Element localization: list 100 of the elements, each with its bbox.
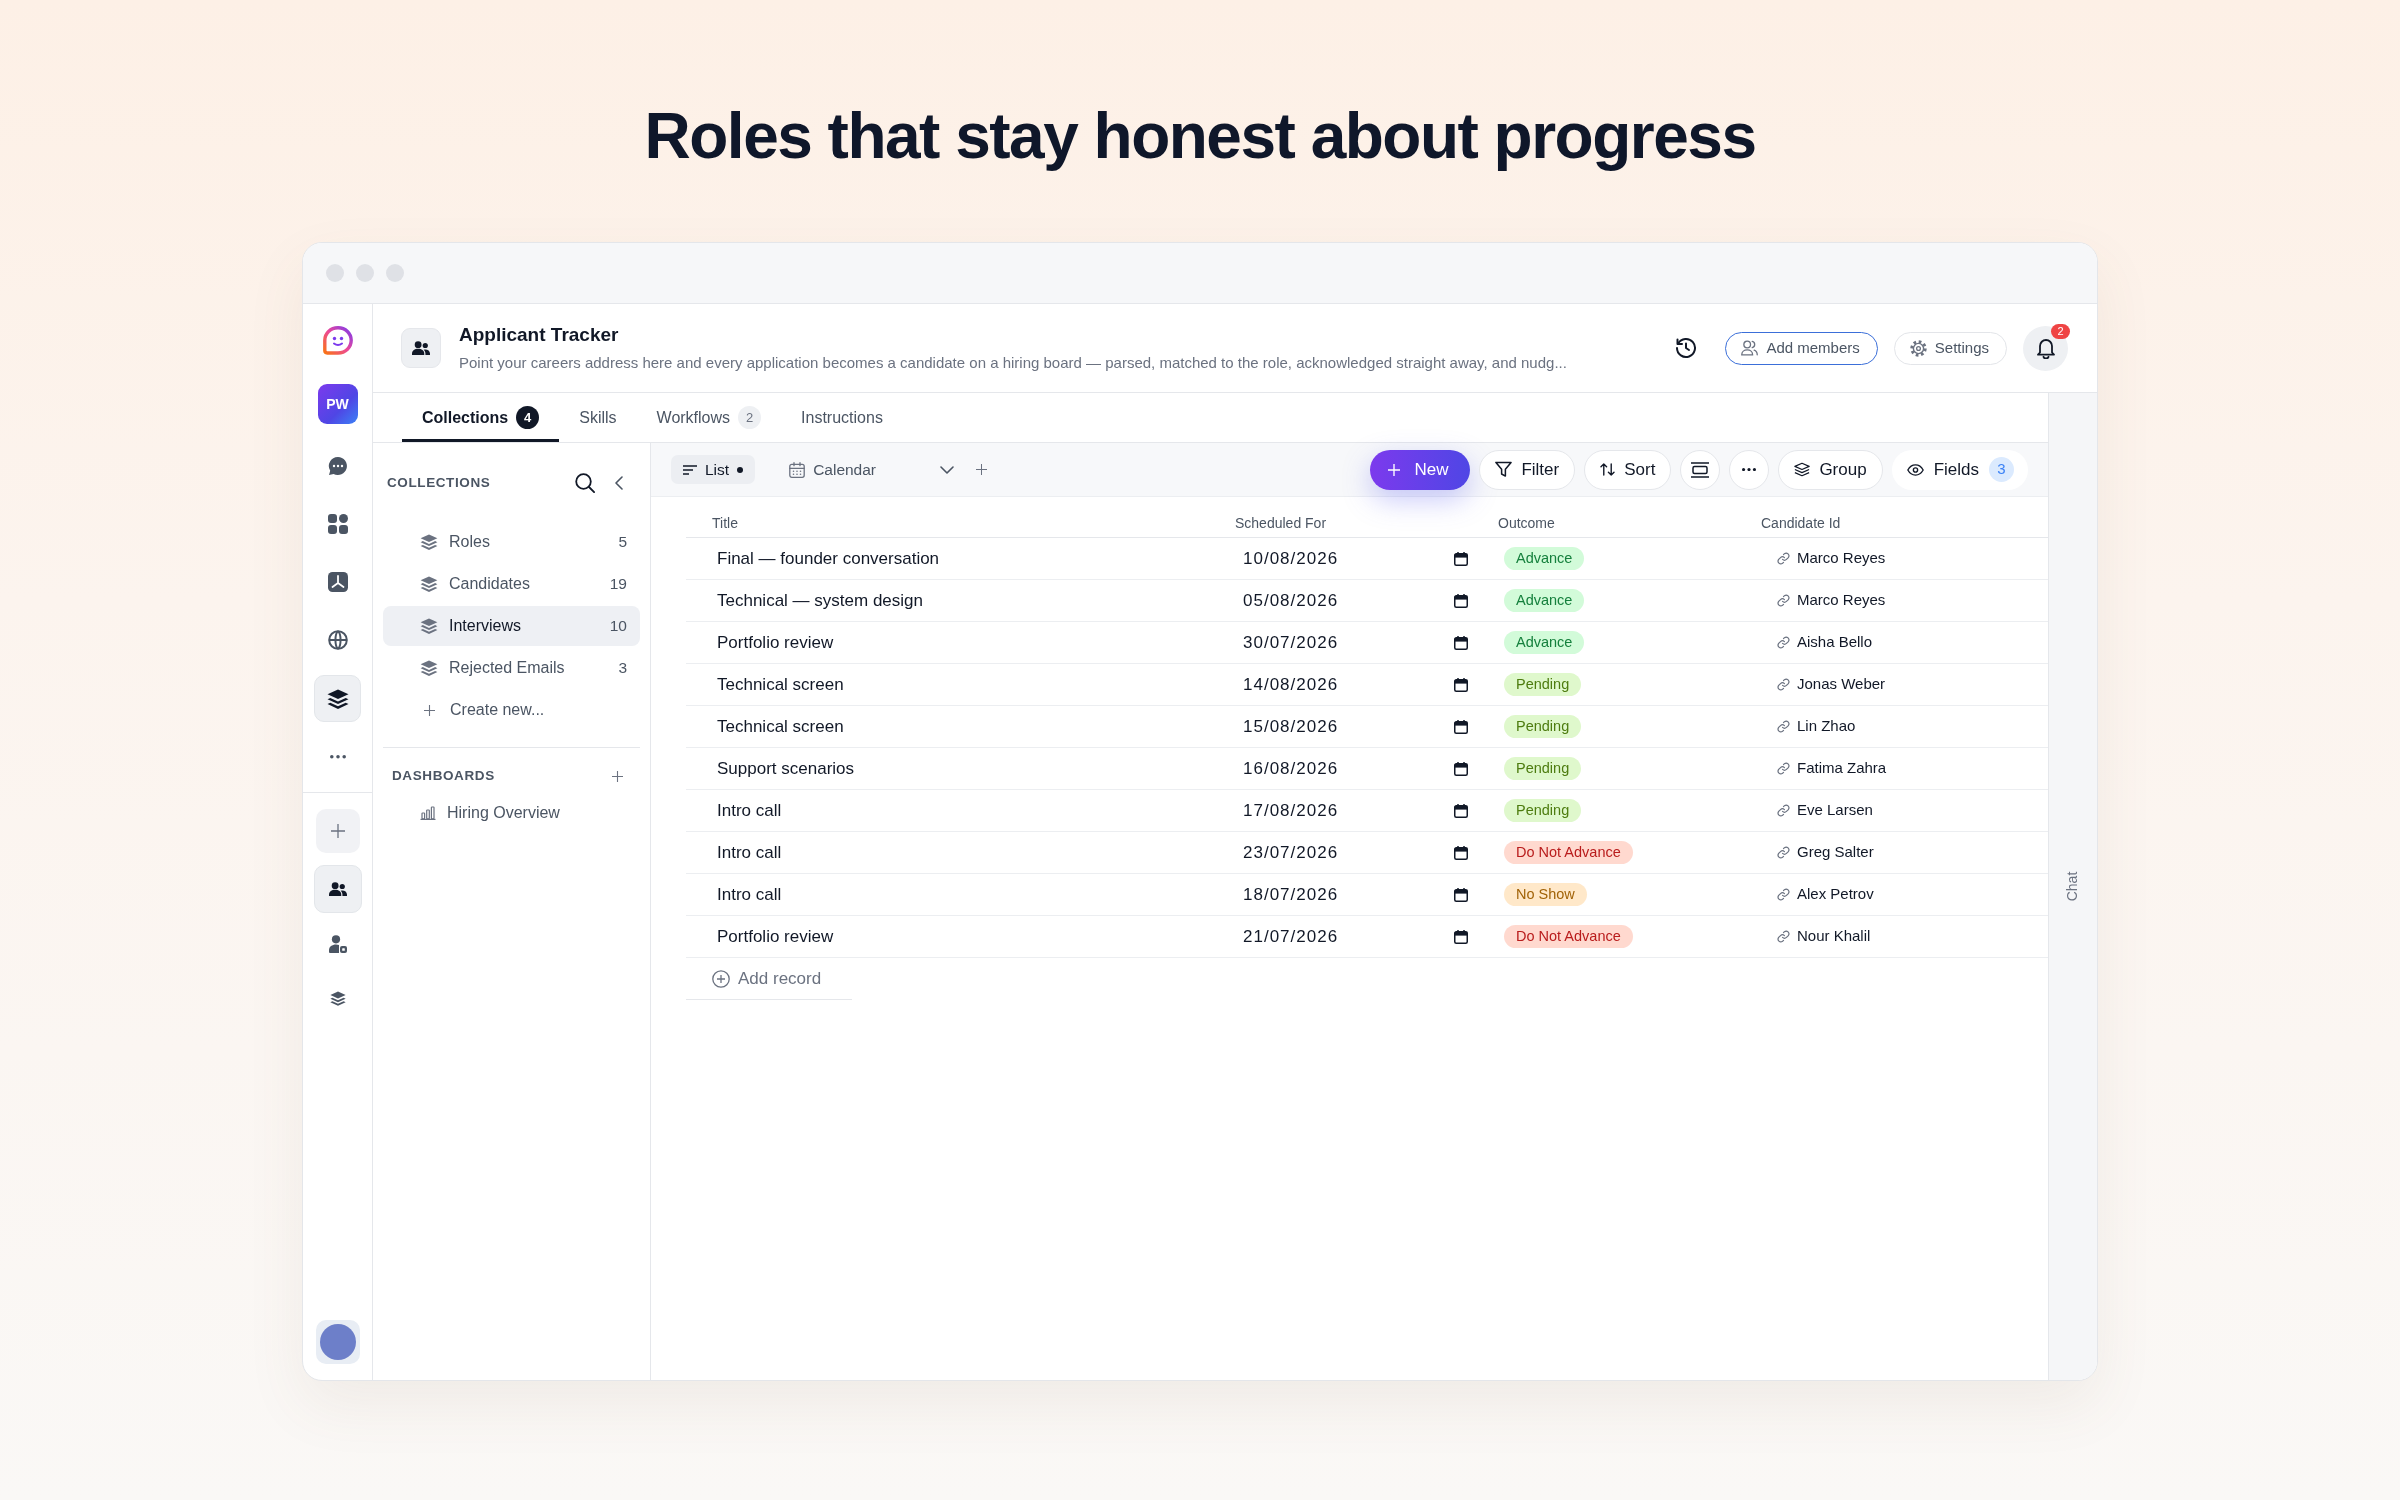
people-icon xyxy=(401,328,441,368)
tab-count: 4 xyxy=(516,406,540,429)
collections-button[interactable] xyxy=(314,675,361,722)
candidate-link[interactable]: Alex Petrov xyxy=(1797,883,1874,906)
sidebar-item[interactable]: Rejected Emails 3 xyxy=(383,648,640,688)
sort-button[interactable]: Sort xyxy=(1584,449,1672,490)
history-icon xyxy=(1675,337,1698,359)
link-icon xyxy=(1777,678,1790,691)
outcome-tag: Pending xyxy=(1504,799,1582,822)
group-button[interactable]: Group xyxy=(1778,449,1883,490)
item-count: 3 xyxy=(618,658,627,679)
calendar-icon xyxy=(1454,761,1468,776)
table-cell-text: Portfolio review xyxy=(717,925,834,948)
plus-icon xyxy=(1388,463,1401,476)
filter-icon xyxy=(1495,461,1513,478)
add-view-button[interactable] xyxy=(976,464,988,475)
notifications-button[interactable]: 2 xyxy=(2023,325,2068,371)
candidate-link[interactable]: Aisha Bello xyxy=(1797,631,1873,654)
row-height-icon xyxy=(1691,461,1710,478)
table-cell-text: 15/08/2026 xyxy=(1243,715,1339,738)
sidebar-item[interactable]: Roles 5 xyxy=(383,522,640,562)
filter-button[interactable]: Filter xyxy=(1479,449,1576,490)
calendar-icon xyxy=(1454,719,1468,734)
tab[interactable]: Collections 4 xyxy=(402,393,560,442)
eye-icon xyxy=(1906,463,1924,476)
view-tab[interactable]: List xyxy=(671,455,756,484)
bell-icon xyxy=(2035,337,2056,359)
calendar-icon xyxy=(1454,845,1468,860)
candidate-link[interactable]: Nour Khalil xyxy=(1797,925,1871,948)
column-header: Candidate Id xyxy=(1761,514,1841,533)
sidebar-item[interactable]: Hiring Overview xyxy=(383,795,640,831)
link-icon xyxy=(1777,762,1790,775)
gear-icon xyxy=(1909,339,1927,357)
search-button[interactable] xyxy=(575,473,595,493)
candidate-link[interactable]: Jonas Weber xyxy=(1797,673,1886,696)
table-cell-text: 05/08/2026 xyxy=(1243,589,1339,612)
workspace-avatar[interactable]: PW xyxy=(317,384,358,424)
link-icon xyxy=(1777,636,1790,649)
add-members-button[interactable]: Add members xyxy=(1725,331,1878,365)
logo-icon xyxy=(322,326,353,355)
people-icon xyxy=(328,881,347,897)
candidate-link[interactable]: Eve Larsen xyxy=(1797,799,1873,822)
column-header: Title xyxy=(712,514,738,533)
layers-icon xyxy=(420,534,438,550)
layers-icon xyxy=(420,576,438,592)
table-cell-text: Final — founder conversation xyxy=(717,547,940,570)
item-count: 10 xyxy=(609,616,627,637)
grid-icon xyxy=(327,514,348,534)
app-title: Applicant Tracker xyxy=(459,323,620,347)
add-dashboard-button[interactable] xyxy=(612,770,623,782)
profile-button[interactable] xyxy=(315,1320,360,1364)
link-icon xyxy=(1777,720,1790,733)
view-menu-button[interactable] xyxy=(940,465,955,474)
outcome-tag: Advance xyxy=(1504,547,1585,570)
table-cell-text: Technical screen xyxy=(717,673,844,696)
outcome-tag: Do Not Advance xyxy=(1504,925,1633,948)
add-button[interactable] xyxy=(315,809,360,853)
table-cell-text: 17/08/2026 xyxy=(1243,799,1339,822)
app-description: Point your careers address here and every application becomes a candidate on a hiring board — parsed, matched to the role, acknowledged straight away, and nudg... xyxy=(459,353,1567,373)
table-cell-text: Intro call xyxy=(717,799,782,822)
history-button[interactable] xyxy=(1675,337,1698,359)
candidate-link[interactable]: Marco Reyes xyxy=(1797,547,1886,570)
outcome-tag: Pending xyxy=(1504,757,1582,780)
candidate-link[interactable]: Fatima Zahra xyxy=(1797,757,1887,780)
create-new-button[interactable]: Create new... xyxy=(383,690,640,730)
outcome-tag: Advance xyxy=(1504,589,1585,612)
calendar-icon xyxy=(789,461,806,478)
section-heading: DASHBOARDS xyxy=(392,766,495,785)
table-cell-text: 10/08/2026 xyxy=(1243,547,1339,570)
link-icon xyxy=(1777,594,1790,607)
chat-tab[interactable]: Chat xyxy=(2062,871,2084,902)
sidebar-item[interactable]: Candidates 19 xyxy=(383,564,640,604)
tab[interactable]: Instructions xyxy=(781,393,903,442)
column-header: Outcome xyxy=(1498,514,1555,533)
collapse-button[interactable] xyxy=(615,476,623,490)
settings-button[interactable]: Settings xyxy=(1893,331,2007,365)
fields-count: 3 xyxy=(1989,457,2014,482)
new-button[interactable]: New xyxy=(1370,449,1471,490)
candidate-link[interactable]: Marco Reyes xyxy=(1797,589,1886,612)
view-tab[interactable]: Calendar xyxy=(777,455,889,484)
table-cell-text: Technical — system design xyxy=(717,589,923,612)
tab[interactable]: Workflows 2 xyxy=(636,393,782,442)
tab[interactable]: Skills xyxy=(559,393,637,442)
sidebar-item[interactable]: Interviews 10 xyxy=(383,606,640,646)
outcome-tag: Pending xyxy=(1504,715,1582,738)
candidate-link[interactable]: Lin Zhao xyxy=(1797,715,1856,738)
people-button[interactable] xyxy=(313,865,362,913)
candidate-link[interactable]: Greg Salter xyxy=(1797,841,1874,864)
fields-button[interactable]: Fields 3 xyxy=(1891,449,2028,490)
chevron-left-icon xyxy=(615,476,623,490)
item-count: 5 xyxy=(618,532,627,553)
outcome-tag: Advance xyxy=(1504,631,1585,654)
table-cell-text: 14/08/2026 xyxy=(1243,673,1339,696)
item-count: 19 xyxy=(609,574,627,595)
table-cell-text: 16/08/2026 xyxy=(1243,757,1339,780)
calendar-icon xyxy=(1454,677,1468,692)
layers-icon xyxy=(420,660,438,676)
add-record-button[interactable]: Add record xyxy=(686,958,852,1000)
link-icon xyxy=(1777,888,1790,901)
notification-count: 2 xyxy=(2051,323,2070,339)
